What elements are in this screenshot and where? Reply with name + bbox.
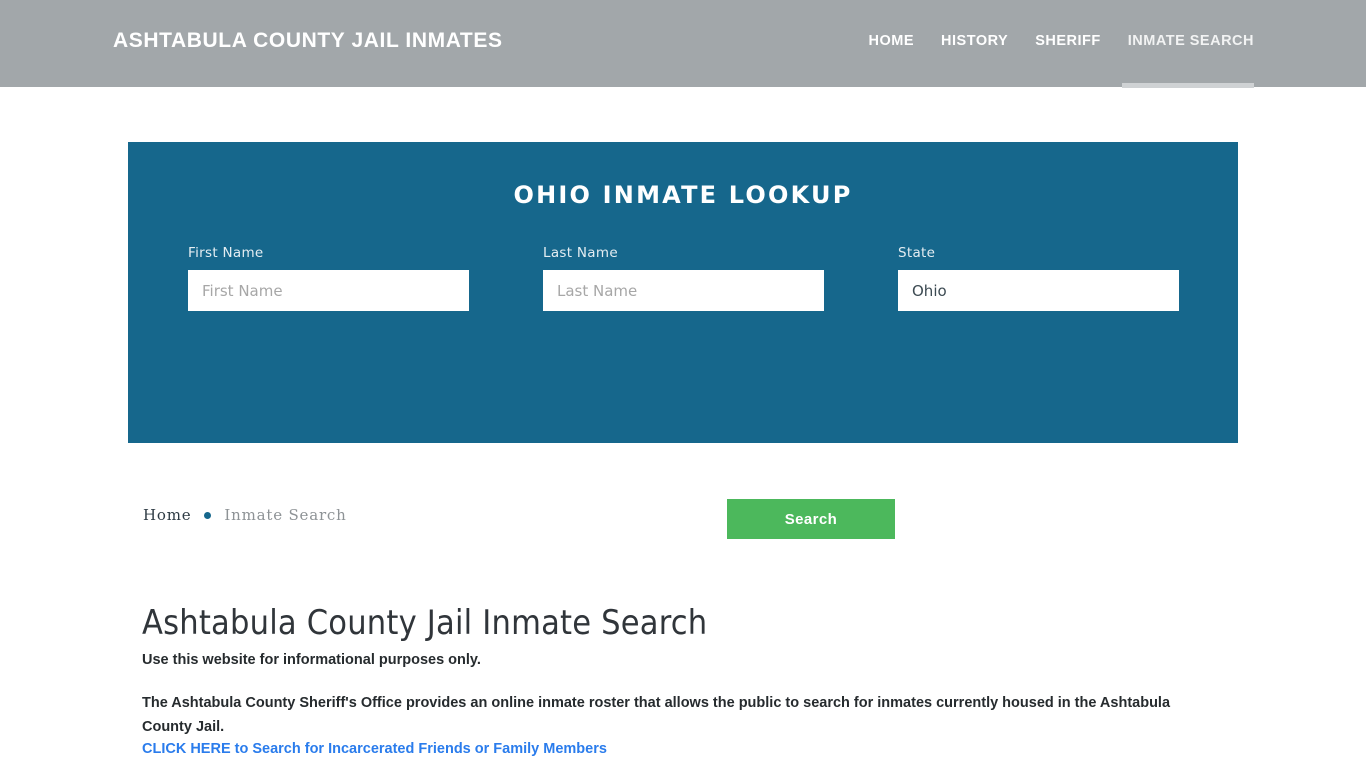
last-name-label: Last Name	[543, 245, 618, 261]
nav-active-indicator	[1122, 83, 1254, 88]
first-name-label: First Name	[188, 245, 264, 261]
page-title: Ashtabula County Jail Inmate Search	[142, 602, 708, 643]
search-button[interactable]: Search	[727, 499, 895, 539]
state-select[interactable]	[898, 270, 1179, 311]
breadcrumb-home[interactable]: Home	[143, 506, 191, 524]
first-name-input[interactable]	[188, 270, 469, 311]
site-title: ASHTABULA COUNTY JAIL INMATES	[113, 29, 503, 52]
nav-item-history[interactable]: HISTORY	[941, 33, 1008, 49]
inmate-search-cta-link[interactable]: CLICK HERE to Search for Incarcerated Fr…	[142, 741, 607, 757]
nav-item-home[interactable]: HOME	[869, 33, 915, 49]
site-header: ASHTABULA COUNTY JAIL INMATES HOME HISTO…	[0, 0, 1366, 88]
lookup-panel-title: OHIO INMATE LOOKUP	[513, 181, 853, 209]
main-navigation: HOME HISTORY SHERIFF INMATE SEARCH	[869, 33, 1254, 49]
inmate-lookup-panel: OHIO INMATE LOOKUP First Name Last Name …	[128, 142, 1238, 539]
nav-item-sheriff[interactable]: SHERIFF	[1035, 33, 1101, 49]
last-name-input[interactable]	[543, 270, 824, 311]
first-name-field-group: First Name	[188, 245, 469, 311]
body-paragraph: The Ashtabula County Sheriff's Office pr…	[142, 694, 1171, 735]
breadcrumb-current: Inmate Search	[224, 506, 347, 524]
breadcrumb: Home Inmate Search	[143, 506, 347, 524]
state-field-group: State	[898, 245, 1179, 311]
lede-text: Use this website for informational purpo…	[142, 651, 481, 668]
state-label: State	[898, 245, 936, 261]
nav-item-inmate-search[interactable]: INMATE SEARCH	[1128, 33, 1254, 49]
breadcrumb-dot-icon	[204, 511, 212, 519]
last-name-field-group: Last Name	[543, 245, 824, 311]
